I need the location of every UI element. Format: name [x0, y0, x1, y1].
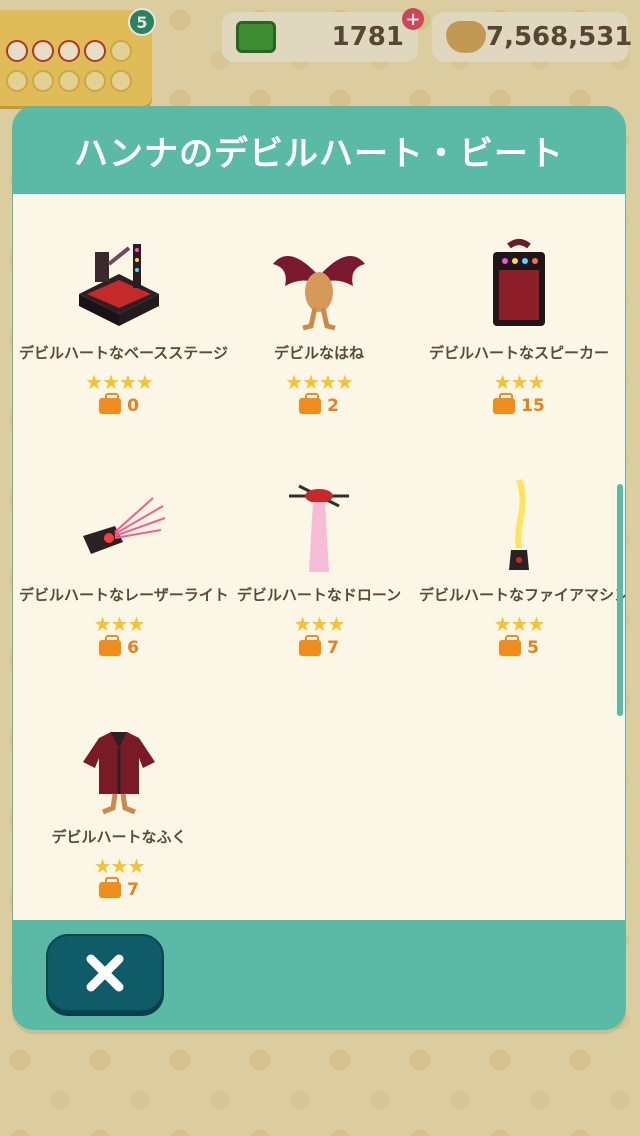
item-card[interactable]: デビルなはね ★★★★ 2 [219, 194, 419, 434]
rarity-stars: ★★★ [93, 854, 146, 878]
item-card[interactable]: デビルハートなスピーカー ★★★ 15 [419, 194, 619, 434]
item-name: デビルハートなふく [51, 828, 187, 846]
owned-count-value: 7 [127, 880, 139, 900]
laser-light-icon [83, 497, 166, 554]
owned-count-value: 15 [521, 396, 545, 416]
briefcase-icon [299, 635, 322, 656]
dialog-title: ハンナのデビルハート・ビート [74, 133, 564, 174]
bass-stage-icon [79, 244, 159, 326]
briefcase-icon [493, 393, 516, 414]
owned-count: 2 [219, 393, 419, 416]
item-name: デビルハートなレーザーライト [19, 586, 229, 604]
item-card[interactable]: デビルハートなドローン ★★★ 7 [219, 436, 419, 676]
owned-count-value: 7 [327, 638, 339, 658]
owned-count-value: 5 [527, 638, 539, 658]
item-name: デビルハートなファイアマシン [419, 586, 625, 604]
owned-count: 15 [419, 393, 619, 416]
rarity-stars: ★★★★ [85, 370, 154, 394]
close-button[interactable] [46, 934, 164, 1012]
collection-dialog: ハンナのデビルハート・ビート デビルハートなベースステージ ★★★★ 0 デビル… [12, 106, 626, 1030]
scrollbar[interactable] [617, 484, 623, 716]
owned-count: 7 [219, 635, 419, 658]
item-card[interactable]: デビルハートなファイアマシン ★★★ 5 [419, 436, 625, 676]
briefcase-icon [99, 877, 122, 898]
item-list[interactable]: デビルハートなベースステージ ★★★★ 0 デビルなはね ★★★★ 2 デビルハ… [13, 194, 625, 920]
briefcase-icon [99, 635, 122, 656]
rarity-stars: ★★★★ [285, 370, 354, 394]
owned-count-value: 2 [327, 396, 339, 416]
item-card[interactable]: デビルハートなレーザーライト ★★★ 6 [19, 436, 229, 676]
outfit-icon [83, 732, 155, 815]
close-icon [86, 954, 124, 992]
owned-count-value: 0 [127, 396, 139, 416]
item-name: デビルハートなベースステージ [19, 344, 228, 362]
owned-count: 6 [19, 635, 219, 658]
rarity-stars: ★★★ [493, 612, 546, 636]
briefcase-icon [499, 635, 522, 656]
owned-count-value: 6 [127, 638, 139, 658]
item-name: デビルハートなドローン [236, 586, 402, 604]
briefcase-icon [99, 393, 122, 414]
devil-wings-icon [273, 256, 365, 331]
item-name: デビルなはね [273, 344, 364, 362]
fire-machine-icon [509, 478, 529, 570]
owned-count: 0 [19, 393, 219, 416]
item-card[interactable]: デビルハートなふく ★★★ 7 [19, 678, 219, 918]
rarity-stars: ★★★ [493, 370, 546, 394]
rarity-stars: ★★★ [293, 612, 346, 636]
item-card[interactable]: デビルハートなベースステージ ★★★★ 0 [19, 194, 228, 434]
briefcase-icon [299, 393, 322, 414]
drone-icon [289, 484, 349, 572]
owned-count: 7 [19, 877, 219, 900]
owned-count: 5 [419, 635, 619, 658]
rarity-stars: ★★★ [93, 612, 146, 636]
speaker-icon [493, 239, 545, 326]
item-name: デビルハートなスピーカー [428, 344, 609, 362]
